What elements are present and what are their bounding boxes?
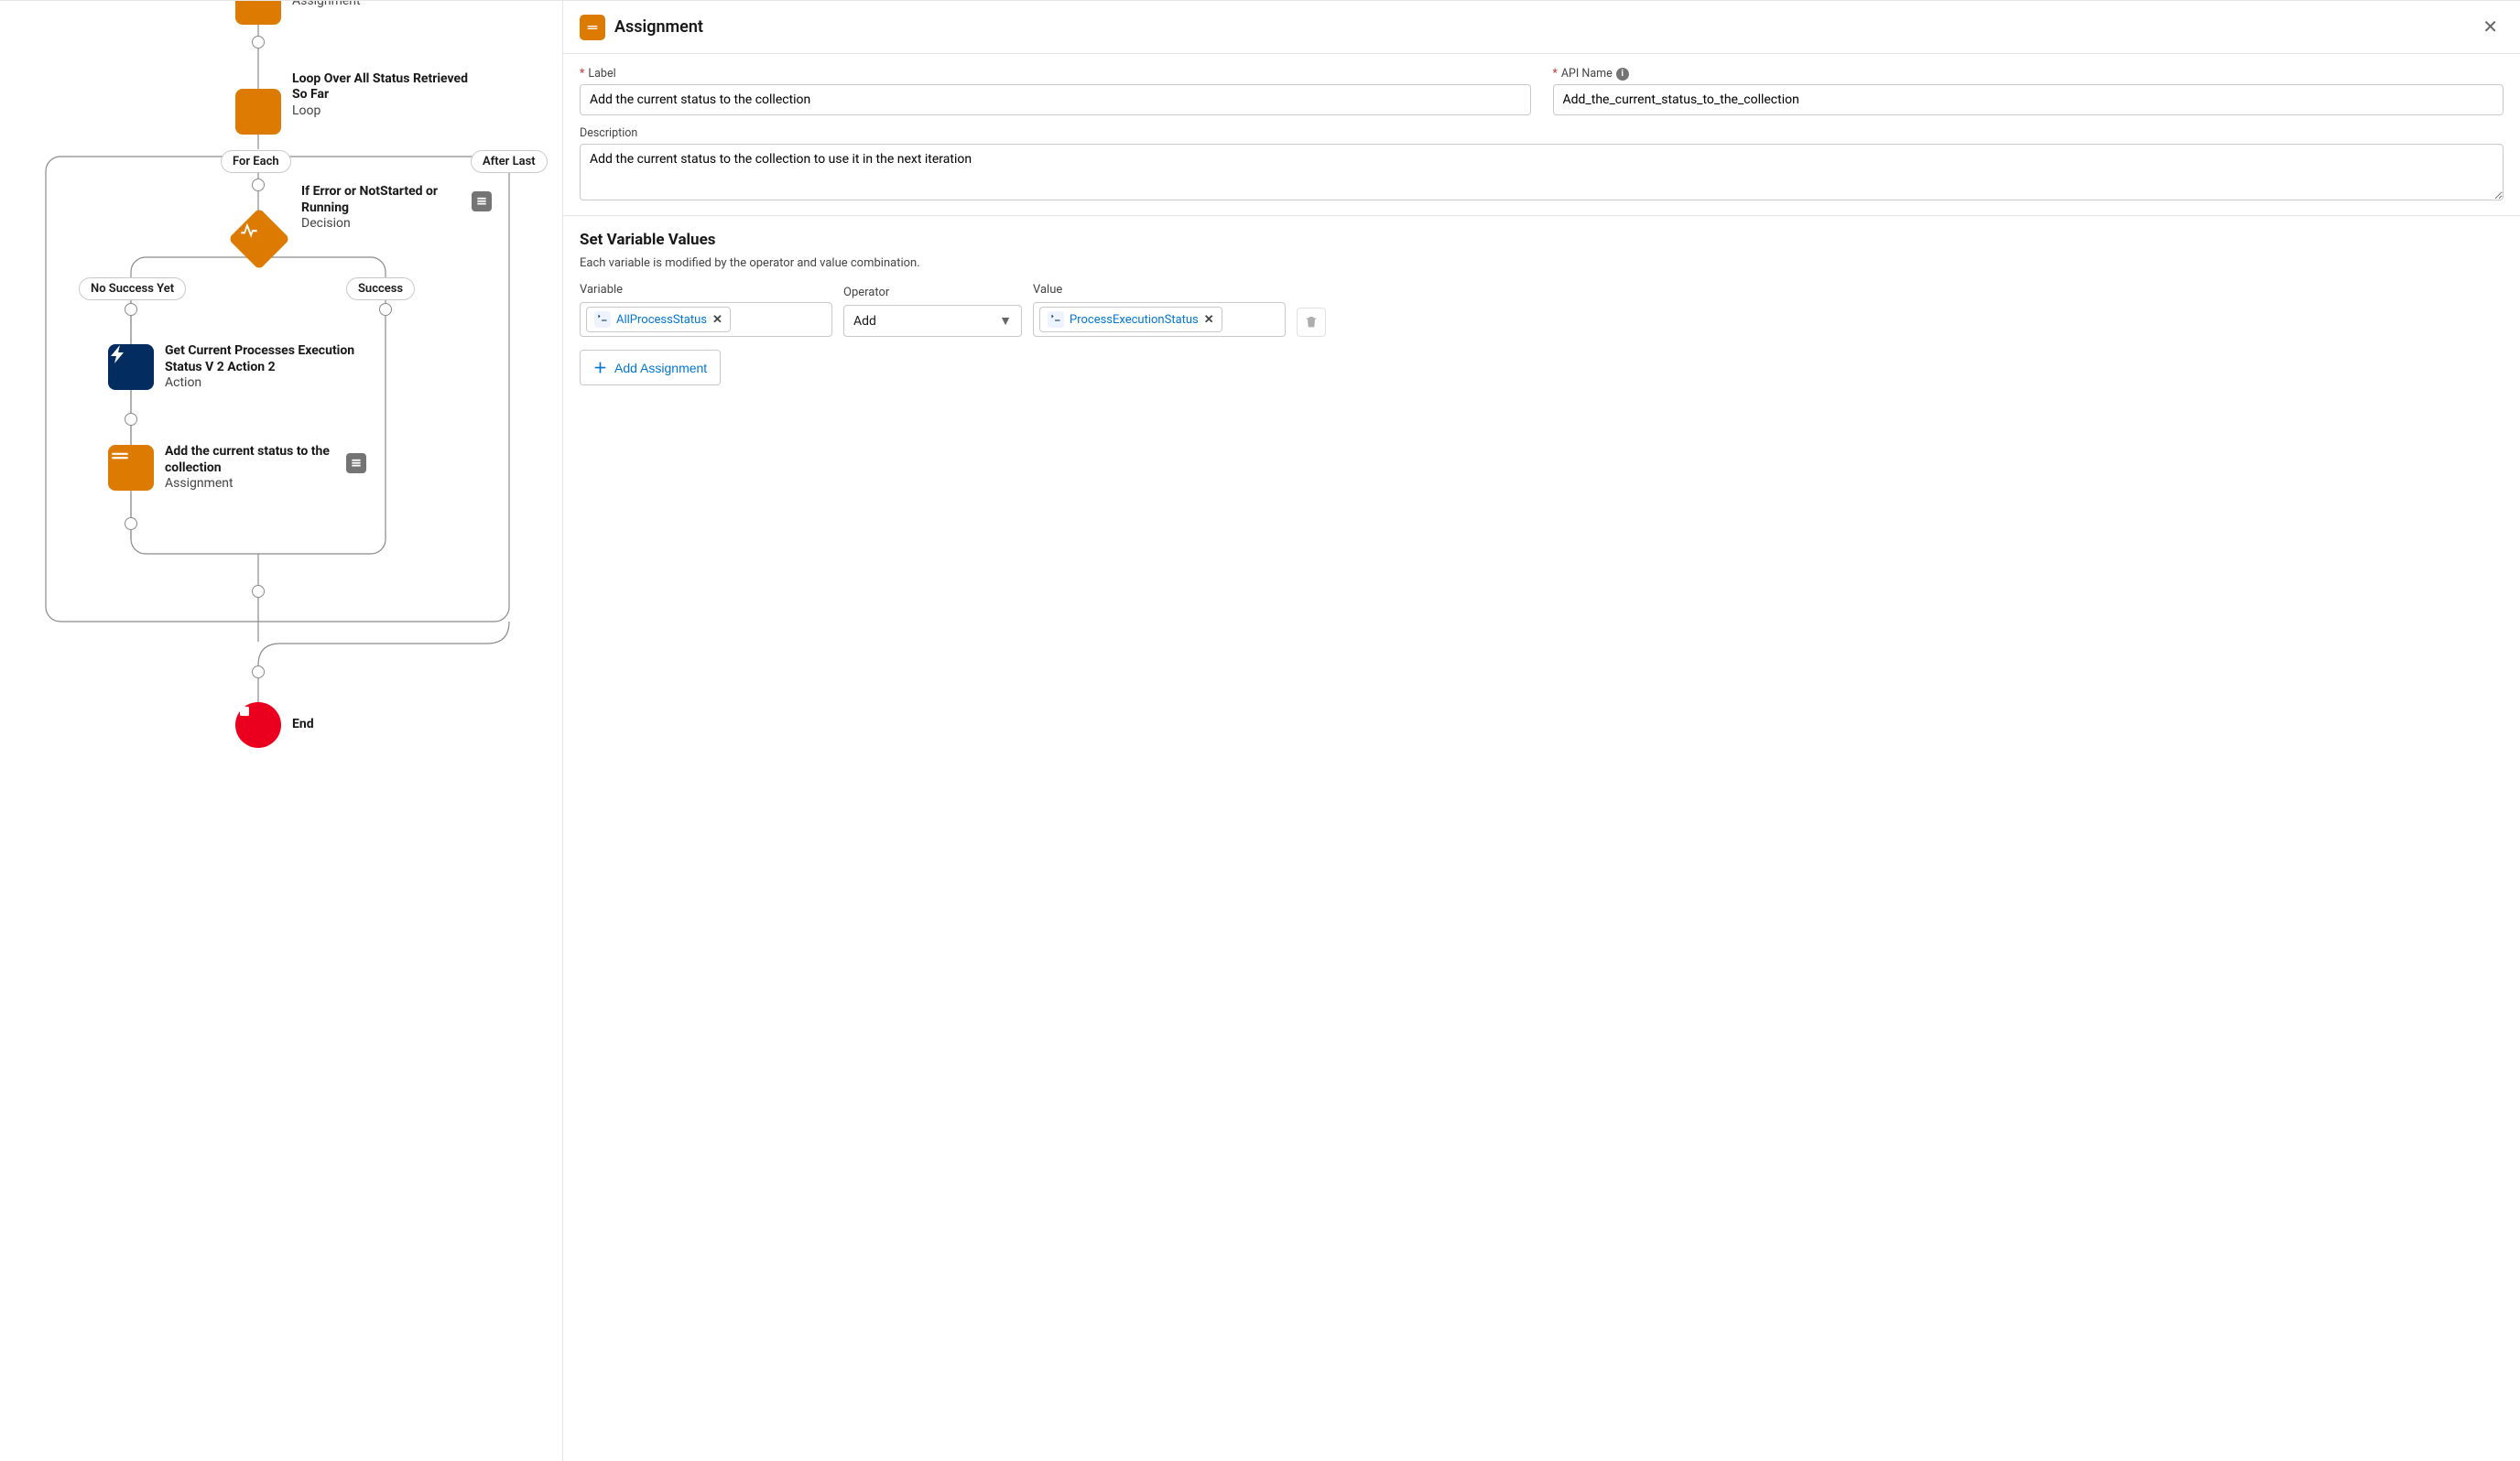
operator-select[interactable]: Add ▼ (843, 305, 1022, 337)
node-title: End (292, 717, 314, 733)
chevron-down-icon: ▼ (999, 313, 1012, 329)
value-chip-text: ProcessExecutionStatus (1070, 313, 1199, 327)
connector-dot[interactable] (252, 585, 265, 598)
end-icon (235, 702, 281, 748)
operator-value: Add (853, 314, 876, 329)
assignment-icon (235, 1, 281, 25)
plus-icon: ＋ (593, 358, 607, 377)
panel-title: Assignment (614, 17, 2468, 37)
label-input[interactable] (580, 84, 1531, 115)
flow-canvas[interactable]: For Each After Last No Success Yet Succe… (0, 1, 563, 1461)
close-button[interactable]: ✕ (2477, 12, 2504, 42)
node-subtitle: Loop (292, 103, 484, 120)
apiname-input[interactable] (1553, 84, 2504, 115)
detail-icon[interactable] (346, 453, 366, 473)
action-icon (108, 344, 154, 390)
value-input[interactable]: ProcessExecutionStatus ✕ (1033, 302, 1286, 337)
operator-column-label: Operator (843, 286, 1022, 299)
delete-row-button[interactable] (1297, 308, 1326, 337)
detail-icon[interactable] (472, 191, 492, 211)
variable-chip-text: AllProcessStatus (616, 313, 707, 327)
remove-chip-button[interactable]: ✕ (1204, 313, 1214, 327)
node-subtitle: Assignment (165, 476, 330, 492)
node-decision[interactable]: If Error or NotStarted or Running Decisi… (228, 184, 457, 270)
section-title: Set Variable Values (580, 231, 2504, 249)
node-end[interactable]: End (235, 702, 314, 748)
value-chip[interactable]: ProcessExecutionStatus ✕ (1039, 307, 1222, 332)
remove-chip-button[interactable]: ✕ (712, 313, 722, 327)
node-title: Add the current status to the collection (165, 444, 330, 476)
description-field-label: Description (580, 126, 2504, 140)
connector-dot[interactable] (379, 303, 392, 316)
properties-panel: Assignment ✕ *Label *API Name i (563, 1, 2520, 1461)
node-subtitle: Assignment (292, 1, 361, 10)
variable-input[interactable]: AllProcessStatus ✕ (580, 302, 832, 337)
branch-label-success[interactable]: Success (346, 277, 415, 300)
node-subtitle: Action (165, 375, 357, 392)
assignment-row: Variable AllProcessStatus ✕ (580, 283, 2504, 337)
info-icon[interactable]: i (1616, 68, 1629, 81)
connector-dot[interactable] (125, 303, 137, 316)
node-subtitle: Decision (301, 216, 457, 233)
resource-prefix-icon (1048, 311, 1064, 328)
section-description: Each variable is modified by the operato… (580, 256, 2504, 270)
node-assignment-top[interactable]: Assignment (235, 1, 361, 25)
divider (563, 215, 2520, 216)
node-assignment-collection[interactable]: Add the current status to the collection… (108, 444, 330, 492)
close-icon: ✕ (2482, 17, 2498, 38)
trash-icon (1304, 315, 1319, 330)
node-action[interactable]: Get Current Processes Execution Status V… (108, 343, 357, 392)
loop-icon (235, 89, 281, 135)
add-button-label: Add Assignment (614, 361, 707, 375)
connector-dot[interactable] (252, 36, 265, 49)
apiname-field-label: *API Name i (1553, 67, 2504, 81)
node-loop[interactable]: Loop Over All Status Retrieved So Far Lo… (235, 56, 484, 135)
variable-chip[interactable]: AllProcessStatus ✕ (586, 307, 731, 332)
branch-label-nosuccess[interactable]: No Success Yet (79, 277, 186, 300)
node-title: If Error or NotStarted or Running (301, 184, 457, 216)
value-column-label: Value (1033, 283, 1286, 297)
connector-dot[interactable] (125, 517, 137, 530)
node-title: Loop Over All Status Retrieved So Far (292, 71, 484, 103)
connector-dot[interactable] (125, 413, 137, 426)
branch-label-afterlast[interactable]: After Last (471, 150, 548, 173)
label-field-label: *Label (580, 67, 1531, 81)
add-assignment-button[interactable]: ＋ Add Assignment (580, 350, 721, 385)
assignment-icon (580, 15, 605, 40)
node-title: Get Current Processes Execution Status V… (165, 343, 357, 375)
description-textarea[interactable]: Add the current status to the collection… (580, 144, 2504, 200)
connector-dot[interactable] (252, 666, 265, 678)
decision-icon (228, 208, 290, 270)
branch-label-foreach[interactable]: For Each (221, 150, 291, 173)
panel-header: Assignment ✕ (563, 1, 2520, 54)
variable-column-label: Variable (580, 283, 832, 297)
assignment-icon (108, 445, 154, 491)
resource-prefix-icon (594, 311, 611, 328)
